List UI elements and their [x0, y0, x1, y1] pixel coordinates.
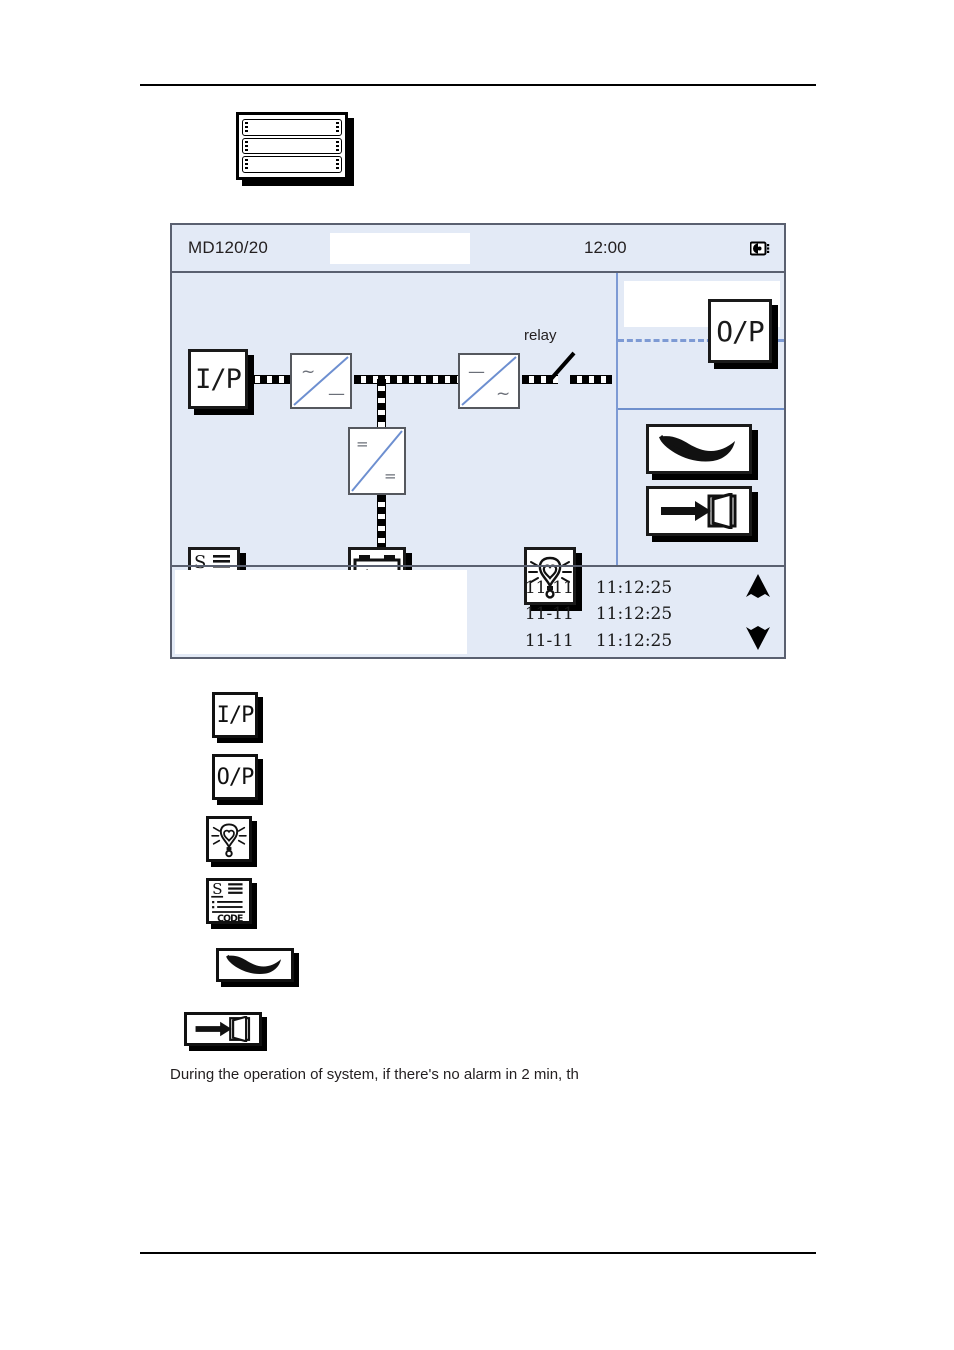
legend-item-input: I/P	[184, 684, 604, 746]
output-block-label: O/P	[716, 314, 765, 348]
arrow-exit-door-icon	[661, 493, 737, 529]
dc-dc-converter[interactable]: = =	[348, 427, 406, 495]
relay-switch-icon[interactable]	[550, 349, 578, 383]
page-bottom-rule	[140, 1252, 816, 1254]
side-button-group	[618, 410, 784, 565]
legend-output-tile[interactable]: O/P	[212, 754, 258, 800]
svg-text:=: =	[356, 435, 369, 453]
bus-dc-branch-upper	[377, 379, 386, 427]
list-icon-row	[242, 137, 342, 155]
ups-header-bar: MD120/20 12:00	[172, 225, 784, 273]
svg-text:~: ~	[496, 384, 510, 404]
scroll-down-arrow[interactable]	[743, 625, 773, 651]
legend-lamp-tile[interactable]	[206, 816, 252, 862]
ups-screen-panel: MD120/20 12:00 I/P ~ — — ~ relay = = S 1…	[170, 223, 786, 659]
dc-ac-inverter[interactable]: — ~	[458, 353, 520, 409]
page-top-rule	[140, 84, 816, 86]
bus-dc-link	[354, 375, 458, 384]
ups-single-line-diagram: I/P ~ — — ~ relay = = S	[172, 273, 616, 605]
silence-alarm-button[interactable]	[646, 424, 752, 474]
legend-input-label: I/P	[216, 702, 255, 728]
arrow-exit-door-icon	[195, 1016, 251, 1042]
output-block[interactable]: O/P	[708, 299, 772, 363]
ups-clock: 12:00	[584, 238, 627, 257]
svg-text:CODE: CODE	[217, 913, 243, 923]
legend-code-tile[interactable]: S CODE	[206, 878, 252, 924]
input-block-label: I/P	[195, 363, 242, 395]
hand-silence-icon	[226, 954, 281, 975]
bus-input-to-rectifier	[248, 375, 290, 384]
ups-body: I/P ~ — — ~ relay = = S	[172, 273, 784, 605]
bus-dc-branch-lower	[377, 495, 386, 547]
log-note-field[interactable]	[175, 570, 467, 654]
svg-text:S: S	[212, 880, 222, 898]
log-entry-date: 11-11	[524, 630, 574, 651]
ups-event-log: 11-11 11:12:25 11-11 11:12:25 11-11 11:1…	[172, 565, 784, 657]
legend-item-silence	[184, 932, 604, 998]
body-paragraph: During the operation of system, if there…	[170, 1066, 579, 1083]
lamp-heart-icon	[211, 823, 247, 858]
log-entry-date: 11-11	[524, 577, 574, 598]
svg-text:—: —	[328, 384, 345, 404]
svg-text:—: —	[468, 362, 485, 382]
list-icon-container	[236, 112, 358, 190]
legend-item-code: S CODE	[184, 870, 604, 932]
legend-item-output: O/P	[184, 746, 604, 808]
legend-item-lamp	[184, 808, 604, 870]
legend-output-label: O/P	[216, 764, 255, 790]
code-icon: S CODE	[211, 880, 246, 923]
relay-label: relay	[524, 327, 557, 344]
legend-silence-tile[interactable]	[216, 948, 294, 982]
input-block[interactable]: I/P	[188, 349, 248, 409]
exit-button[interactable]	[646, 486, 752, 536]
legend-exit-tile[interactable]	[184, 1012, 262, 1046]
legend-item-exit	[184, 998, 604, 1060]
battery-status-icon	[750, 241, 770, 256]
log-entry-row[interactable]: 11-11 11:12:25	[467, 628, 784, 654]
svg-text:~: ~	[301, 362, 315, 382]
log-entry-list: 11-11 11:12:25 11-11 11:12:25 11-11 11:1…	[467, 567, 784, 657]
svg-text:=: =	[384, 467, 397, 485]
scroll-up-arrow[interactable]	[743, 573, 773, 599]
hand-silence-icon	[659, 435, 735, 462]
log-entry-row[interactable]: 11-11 11:12:25	[467, 575, 784, 601]
ac-dc-rectifier[interactable]: ~ —	[290, 353, 352, 409]
ups-model-label: MD120/20	[188, 238, 269, 257]
log-scrollbar	[740, 573, 776, 651]
three-row-list-icon[interactable]	[236, 112, 348, 180]
header-status-field[interactable]	[330, 233, 470, 264]
log-entry-time: 11:12:25	[595, 577, 673, 598]
list-icon-row	[242, 119, 342, 136]
legend-list: I/P O/P S CODE	[184, 684, 604, 1060]
legend-input-tile[interactable]: I/P	[212, 692, 258, 738]
log-entry-date: 11-11	[524, 604, 574, 625]
log-entry-time: 11:12:25	[595, 630, 673, 651]
log-entry-row[interactable]: 11-11 11:12:25	[467, 601, 784, 627]
log-entry-time: 11:12:25	[595, 604, 673, 625]
list-icon-row	[242, 156, 342, 174]
